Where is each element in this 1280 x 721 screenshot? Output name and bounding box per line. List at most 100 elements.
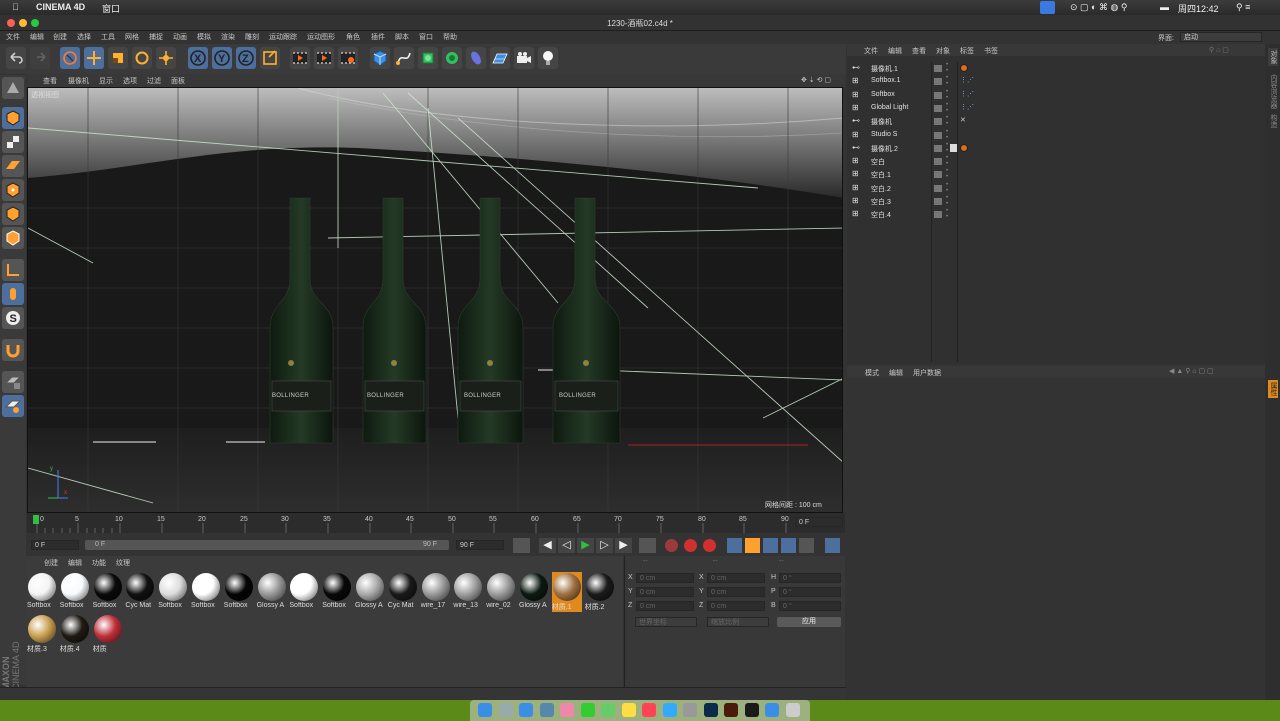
menu-select[interactable]: 选择 [77,32,91,42]
menu-window[interactable]: 窗口 [419,32,433,42]
undo-button[interactable] [6,47,26,69]
object-row[interactable]: ⊞ 空白.2 • • [847,182,1265,195]
visibility-dots-icon[interactable]: • • [946,195,948,207]
object-row[interactable]: ⊞ Softbox.1 • • ⋮⋰ [847,75,1265,88]
coord-size-y[interactable]: 0 cm [707,587,765,597]
render-settings-icon[interactable] [338,47,358,69]
z-axis-icon[interactable]: Z [236,47,256,69]
object-name[interactable]: Global Light [871,104,908,111]
transform-icon[interactable] [156,47,176,69]
record-disabled-icon[interactable] [665,539,678,552]
material-swatch[interactable]: Glossy A [257,572,287,612]
layer-toggle-icon[interactable] [934,211,942,219]
tab-structure[interactable]: 构造 [1268,114,1278,128]
model-mode-icon[interactable] [2,107,24,129]
object-name[interactable]: 摄像机 [871,117,892,127]
material-swatch[interactable]: Softbox [289,572,319,612]
obj-menu-bookmarks[interactable]: 书签 [984,46,998,56]
scale-mode-select[interactable]: 缩放比例 [707,617,769,627]
object-name[interactable]: 空白.4 [871,210,891,220]
object-row[interactable]: ⊷ 摄像机.2 • • [847,142,1265,155]
compositing-tag-icon[interactable]: ⋮⋰ [960,103,974,111]
obj-menu-tags[interactable]: 标签 [960,46,974,56]
layer-toggle-icon[interactable] [934,78,942,86]
cube-icon[interactable] [370,47,390,69]
menu-help[interactable]: 帮助 [443,32,457,42]
music-dock-icon[interactable] [642,703,656,717]
appstore-dock-icon[interactable] [662,703,677,717]
menu-animate[interactable]: 动画 [173,32,187,42]
layer-toggle-icon[interactable] [934,198,942,205]
key-pla-icon[interactable] [799,538,814,553]
c4d-dock-icon[interactable] [744,703,759,717]
prefs-dock-icon[interactable] [683,703,697,717]
mat-menu-edit[interactable]: 编辑 [68,558,82,568]
menu-simulate[interactable]: 模拟 [197,32,211,42]
menu-snap[interactable]: 捕捉 [149,32,163,42]
obj-menu-edit[interactable]: 编辑 [888,46,902,56]
menu-tools[interactable]: 工具 [101,32,115,42]
obj-search-icon[interactable]: ⚲ ⌂ ▢ [1209,46,1229,54]
polygons-mode-icon[interactable] [2,227,24,249]
menu-character[interactable]: 角色 [346,32,360,42]
window-menu[interactable]: 窗口 [102,2,120,15]
apple-icon[interactable]:  [12,2,19,12]
material-swatch[interactable]: Glossy A [355,572,385,612]
mat-menu-function[interactable]: 功能 [92,558,106,568]
key-position-icon[interactable] [727,538,742,553]
search-icon[interactable]: ⚲ ≡ [1236,2,1250,13]
attr-menu-mode[interactable]: 模式 [865,368,879,378]
layout-dropdown[interactable]: 启动 [1180,32,1262,42]
menu-edit[interactable]: 编辑 [30,32,44,42]
attr-menu-edit[interactable]: 编辑 [889,368,903,378]
trash-dock-icon[interactable] [785,703,800,717]
visibility-dots-icon[interactable]: • • [946,102,948,114]
launchpad-dock-icon[interactable] [498,703,513,717]
texture-mode-icon[interactable] [2,131,24,153]
photos-dock-icon[interactable] [560,703,574,717]
floor-icon[interactable] [490,47,510,69]
obj-menu-objects[interactable]: 对象 [936,46,950,56]
start-frame-field[interactable]: 0 F [31,540,79,550]
material-swatch[interactable]: Softbox [322,572,352,612]
scale-icon[interactable] [108,47,128,69]
visibility-dots-icon[interactable]: • • [946,155,948,167]
vp-menu-camera[interactable]: 摄像机 [68,76,89,86]
layer-toggle-icon[interactable] [934,118,942,126]
prev-frame-icon[interactable]: ◁ [558,538,575,553]
attr-menu-userdata[interactable]: 用户数据 [913,368,941,378]
layer-toggle-icon[interactable] [934,104,942,112]
end-frame-field[interactable]: 90 F [456,540,504,550]
material-swatch[interactable]: Cyc Mat [125,572,155,612]
material-swatch[interactable]: 材质.1 [551,572,582,612]
move-icon[interactable] [84,47,104,69]
visibility-dots-icon[interactable]: • • [946,142,948,154]
messages-dock-icon[interactable] [580,703,595,717]
world-coords-select[interactable]: 世界坐标 [635,617,697,627]
obj-menu-file[interactable]: 文件 [864,46,878,56]
material-swatch[interactable]: Softbox [224,572,254,612]
coord-rot-p[interactable]: 0 ° [779,587,841,597]
object-row[interactable]: ⊞ Global Light • • ⋮⋰ [847,102,1265,115]
play-icon[interactable]: ▶ [577,538,594,553]
object-row[interactable]: ⊞ 空白.1 • • [847,168,1265,181]
tab-attributes[interactable]: 属性 [1268,380,1278,398]
visibility-dots-icon[interactable]: • • [946,182,948,194]
coord-pos-z[interactable]: 0 cm [636,601,694,611]
record-icon[interactable] [684,539,697,552]
flag-icon[interactable]: ▬ [1160,2,1169,12]
menu-mograph[interactable]: 运动图形 [307,32,335,42]
object-name[interactable]: Softbox [871,91,895,98]
goto-end-icon[interactable] [639,538,656,553]
mat-menu-create[interactable]: 创建 [44,558,58,568]
material-swatch[interactable]: Softbox [158,572,188,612]
status-plus-icon[interactable] [1040,1,1055,14]
object-name[interactable]: Softbox.1 [871,77,901,84]
material-swatch[interactable]: 材质 [93,614,123,654]
mail-dock-icon[interactable] [539,703,554,717]
tab-objects[interactable]: 对象 [1268,48,1278,66]
workplane-mode-icon[interactable] [2,155,24,177]
layer-toggle-icon[interactable] [934,158,942,166]
object-row[interactable]: ⊞ Softbox • • ⋮⋰ [847,89,1265,102]
x-axis-icon[interactable]: X [188,47,208,69]
